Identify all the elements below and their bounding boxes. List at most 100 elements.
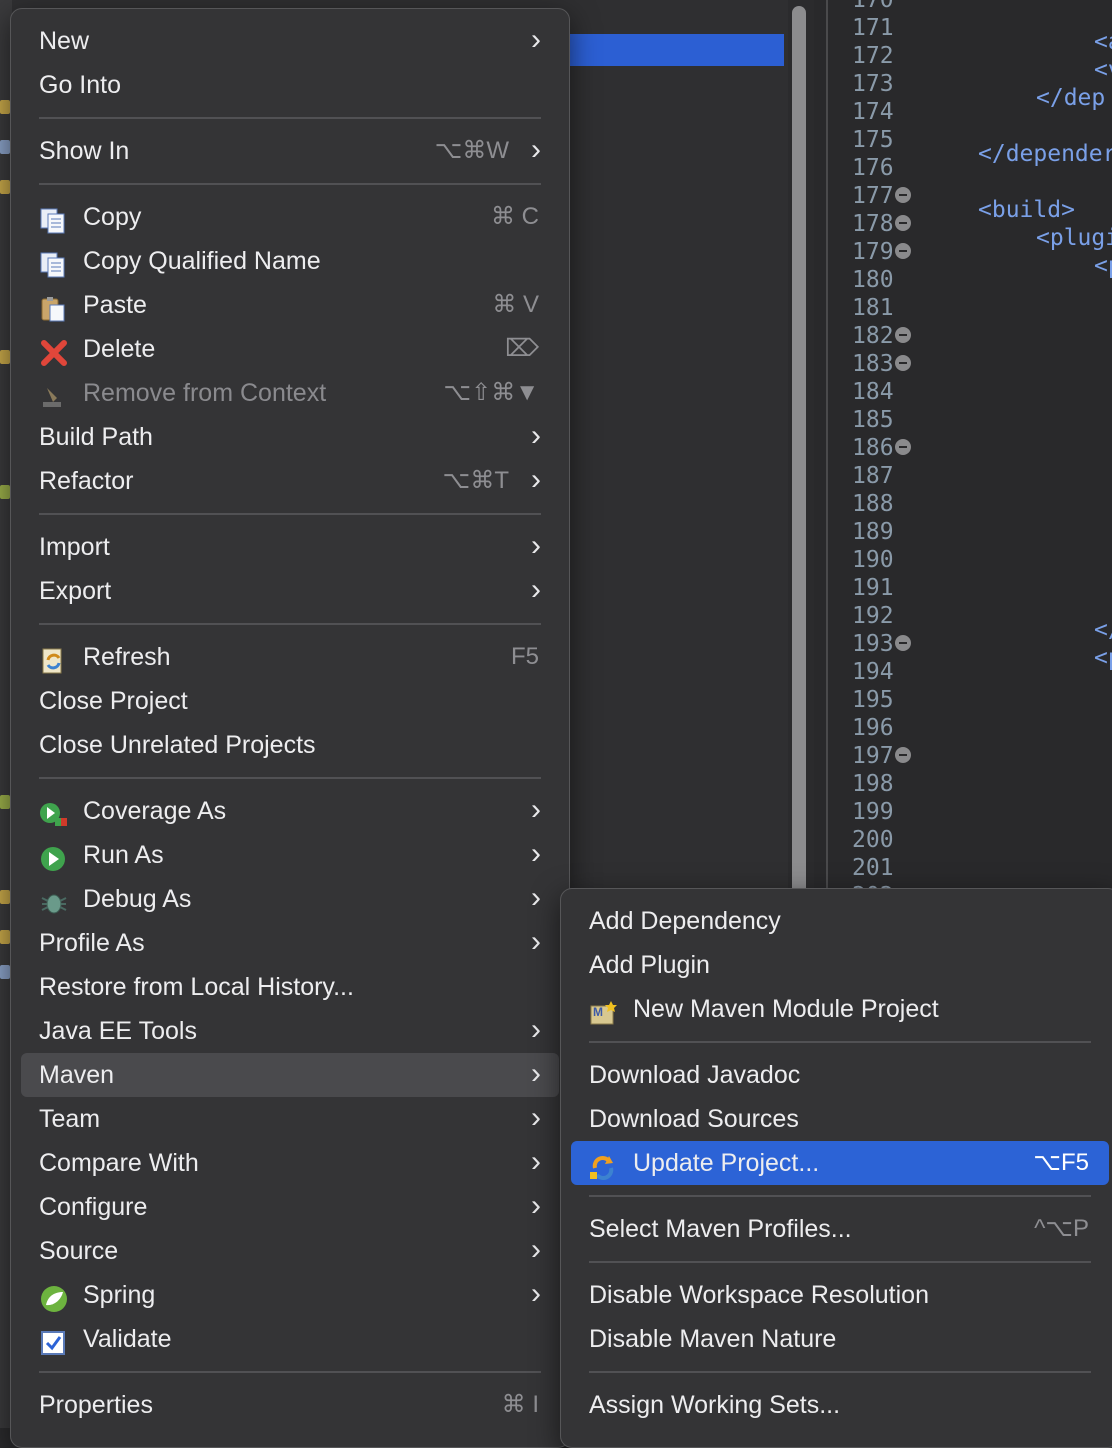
project-context-menu: New › Go Into Show In ⌥⌘W › Copy ⌘ C Copy Qualif… xyxy=(10,8,570,1448)
menu-item-delete[interactable]: Delete ⌦ xyxy=(21,327,559,371)
menu-item-profile-as[interactable]: Profile As › xyxy=(21,921,559,965)
menu-item-label: Properties xyxy=(39,1391,153,1419)
menu-item-label: New Maven Module Project xyxy=(633,995,939,1023)
chevron-right-icon: › xyxy=(531,837,541,870)
menu-item-copy[interactable]: Copy ⌘ C xyxy=(21,195,559,239)
menu-item-close-unrelated-projects[interactable]: Close Unrelated Projects xyxy=(21,723,559,767)
debug-icon xyxy=(39,886,69,914)
menu-item-remove-from-context: Remove from Context ⌥⇧⌘▼ xyxy=(21,371,559,415)
xml-tag: <build> xyxy=(978,197,1075,223)
menu-item-shortcut: ⌥⇧⌘▼ xyxy=(443,379,539,406)
fold-toggle-icon[interactable] xyxy=(894,326,911,343)
menu-item-label: Select Maven Profiles... xyxy=(589,1215,852,1243)
menu-item-select-maven-profiles[interactable]: Select Maven Profiles... ^⌥P xyxy=(571,1207,1109,1251)
line-number-text: 175 xyxy=(852,127,894,153)
menu-separator xyxy=(589,1371,1091,1373)
menu-item-download-javadoc[interactable]: Download Javadoc xyxy=(571,1053,1109,1097)
menu-item-coverage-as[interactable]: Coverage As › xyxy=(21,789,559,833)
menu-item-new-maven-module-project[interactable]: M New Maven Module Project xyxy=(571,987,1109,1031)
line-number-text: 179 xyxy=(852,239,894,265)
menu-item-configure[interactable]: Configure › xyxy=(21,1185,559,1229)
menu-item-shortcut: ⌦ xyxy=(505,335,539,362)
menu-item-disable-workspace-resolution[interactable]: Disable Workspace Resolution xyxy=(571,1273,1109,1317)
run-icon xyxy=(39,842,69,871)
menu-item-export[interactable]: Export › xyxy=(21,569,559,613)
line-number-text: 174 xyxy=(852,99,894,125)
menu-item-go-into[interactable]: Go Into xyxy=(21,63,559,107)
line-number-text: 186 xyxy=(852,435,894,461)
fold-toggle-icon[interactable] xyxy=(894,242,911,259)
menu-item-label: Restore from Local History... xyxy=(39,973,354,1001)
fold-toggle-icon[interactable] xyxy=(894,214,911,231)
line-number-text: 172 xyxy=(852,43,894,69)
menu-item-properties[interactable]: Properties ⌘ I xyxy=(21,1383,559,1427)
menu-item-debug-as[interactable]: Debug As › xyxy=(21,877,559,921)
menu-item-disable-maven-nature[interactable]: Disable Maven Nature xyxy=(571,1317,1109,1361)
xml-tag: </dep xyxy=(1036,85,1106,111)
line-number-text: 183 xyxy=(852,351,894,377)
line-number: 200 xyxy=(852,826,894,854)
chevron-right-icon: › xyxy=(531,133,541,166)
line-number: 177 xyxy=(852,182,911,210)
chevron-right-icon: › xyxy=(531,1101,541,1134)
menu-item-label: Close Unrelated Projects xyxy=(39,731,316,759)
menu-item-import[interactable]: Import › xyxy=(21,525,559,569)
menu-separator xyxy=(39,777,541,779)
folder-icon xyxy=(0,930,10,944)
menu-item-label: Debug As xyxy=(83,885,192,913)
menu-separator xyxy=(39,623,541,625)
menu-item-team[interactable]: Team › xyxy=(21,1097,559,1141)
fold-toggle-icon[interactable] xyxy=(894,354,911,371)
line-number: 182 xyxy=(852,322,911,350)
menu-item-label: Disable Workspace Resolution xyxy=(589,1281,929,1309)
menu-item-new[interactable]: New › xyxy=(21,19,559,63)
menu-separator xyxy=(39,183,541,185)
line-number: 190 xyxy=(852,546,894,574)
explorer-scroll-thumb[interactable] xyxy=(792,6,806,906)
chevron-right-icon: › xyxy=(531,1277,541,1310)
fold-toggle-icon[interactable] xyxy=(894,634,911,651)
menu-item-add-plugin[interactable]: Add Plugin xyxy=(571,943,1109,987)
menu-item-validate[interactable]: Validate xyxy=(21,1317,559,1361)
line-number: 194 xyxy=(852,658,894,686)
menu-item-refactor[interactable]: Refactor ⌥⌘T › xyxy=(21,459,559,503)
menu-separator xyxy=(39,117,541,119)
line-number: 196 xyxy=(852,714,894,742)
line-number-text: 173 xyxy=(852,71,894,97)
menu-item-compare-with[interactable]: Compare With › xyxy=(21,1141,559,1185)
menu-item-label: Assign Working Sets... xyxy=(589,1391,841,1419)
coverage-icon xyxy=(39,798,69,826)
menu-item-download-sources[interactable]: Download Sources xyxy=(571,1097,1109,1141)
xml-tag: <p xyxy=(1094,645,1112,671)
menu-item-add-dependency[interactable]: Add Dependency xyxy=(571,899,1109,943)
menu-item-close-project[interactable]: Close Project xyxy=(21,679,559,723)
menu-item-paste[interactable]: Paste ⌘ V xyxy=(21,283,559,327)
menu-item-label: Profile As xyxy=(39,929,145,957)
fold-toggle-icon[interactable] xyxy=(894,746,911,763)
menu-item-show-in[interactable]: Show In ⌥⌘W › xyxy=(21,129,559,173)
menu-item-java-ee-tools[interactable]: Java EE Tools › xyxy=(21,1009,559,1053)
menu-item-label: Add Dependency xyxy=(589,907,781,935)
line-number-text: 190 xyxy=(852,547,894,573)
menu-item-label: Refactor xyxy=(39,467,134,495)
menu-item-assign-working-sets[interactable]: Assign Working Sets... xyxy=(571,1383,1109,1427)
fold-toggle-icon[interactable] xyxy=(894,438,911,455)
menu-item-refresh[interactable]: Refresh F5 xyxy=(21,635,559,679)
line-number-text: 185 xyxy=(852,407,894,433)
menu-item-source[interactable]: Source › xyxy=(21,1229,559,1273)
line-number: 193 xyxy=(852,630,911,658)
line-number-text: 197 xyxy=(852,743,894,769)
menu-item-build-path[interactable]: Build Path › xyxy=(21,415,559,459)
menu-item-maven[interactable]: Maven › xyxy=(21,1053,559,1097)
selected-project-row[interactable] xyxy=(560,34,784,66)
menu-item-update-project[interactable]: Update Project... ⌥F5 xyxy=(571,1141,1109,1185)
paste-icon xyxy=(39,292,69,322)
folder-icon xyxy=(0,965,10,979)
line-number-text: 187 xyxy=(852,463,894,489)
menu-item-restore-from-local-history[interactable]: Restore from Local History... xyxy=(21,965,559,1009)
menu-item-copy-qualified-name[interactable]: Copy Qualified Name xyxy=(21,239,559,283)
fold-toggle-icon[interactable] xyxy=(894,186,911,203)
menu-item-run-as[interactable]: Run As › xyxy=(21,833,559,877)
menu-item-spring[interactable]: Spring › xyxy=(21,1273,559,1317)
maven-submenu: Add Dependency Add Plugin M New Maven Modul… xyxy=(560,888,1112,1448)
